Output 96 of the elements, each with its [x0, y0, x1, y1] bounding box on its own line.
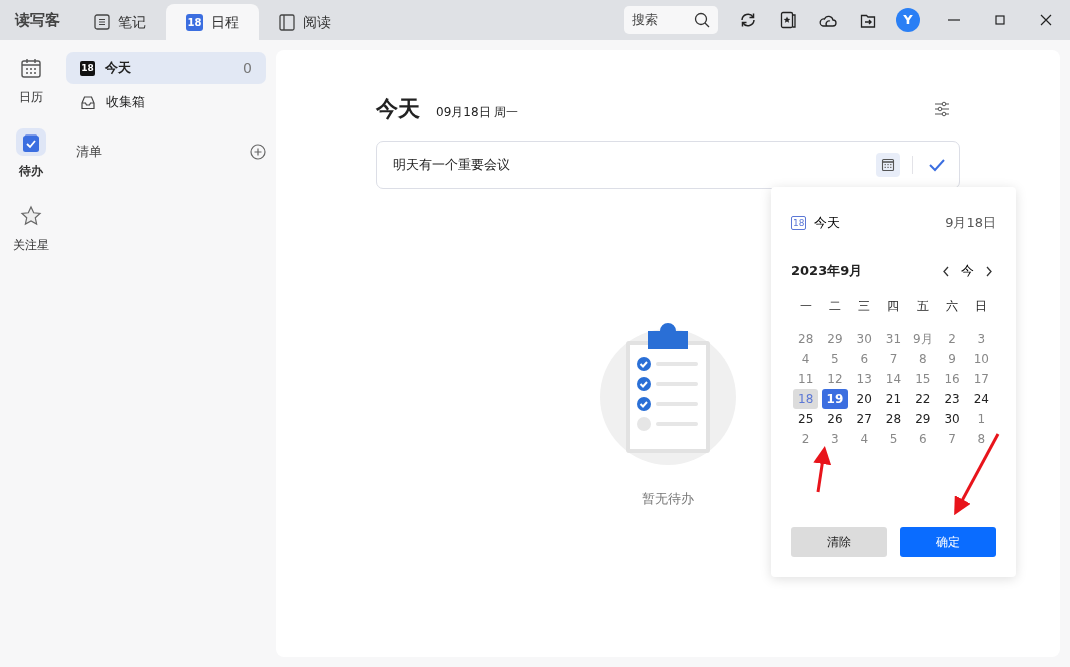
calendar-day[interactable]: 12	[822, 369, 848, 389]
clear-button[interactable]: 清除	[791, 527, 887, 557]
calendar-icon	[881, 158, 895, 172]
weekday-label: 一	[798, 298, 813, 315]
weekday-label: 四	[886, 298, 901, 315]
calendar-day[interactable]: 23	[939, 389, 965, 409]
calendar-icon: 18	[186, 13, 203, 31]
note-icon	[94, 14, 110, 30]
sync-icon	[739, 11, 757, 29]
section-label: 清单	[76, 143, 102, 161]
weekday-label: 二	[827, 298, 842, 315]
date-button[interactable]	[876, 153, 900, 177]
clipboard-check-icon	[21, 131, 41, 153]
calendar-day[interactable]: 3	[968, 329, 994, 349]
calendar-day[interactable]: 13	[851, 369, 877, 389]
calendar-day[interactable]: 29	[910, 409, 936, 429]
avatar[interactable]: Y	[896, 8, 920, 32]
today-link[interactable]: 今天	[814, 211, 841, 235]
item-count: 0	[243, 58, 252, 78]
calendar-day[interactable]: 3	[822, 429, 848, 449]
calendar-day[interactable]: 1	[968, 409, 994, 429]
page-date: 09月18日 周一	[436, 103, 519, 121]
page-title: 今天	[376, 95, 420, 123]
today-date: 9月18日	[945, 214, 996, 233]
sidebar-item[interactable]: 18 今天 0	[66, 52, 266, 84]
tab[interactable]: 笔记	[74, 4, 166, 40]
calendar-day[interactable]: 11	[793, 369, 819, 389]
search-field[interactable]: 搜索	[624, 6, 718, 34]
calendar-day[interactable]: 6	[851, 349, 877, 369]
calendar-day[interactable]: 14	[880, 369, 907, 389]
tab[interactable]: 18 日程	[166, 4, 259, 40]
calendar-day[interactable]: 22	[910, 389, 936, 409]
calendar-day[interactable]: 17	[968, 369, 994, 389]
calendar-day[interactable]: 28	[880, 409, 907, 429]
sliders-icon	[934, 100, 950, 117]
chevron-left-icon	[942, 265, 950, 277]
calendar-day[interactable]: 8	[910, 349, 936, 369]
calendar-day[interactable]: 27	[851, 409, 877, 429]
add-button[interactable]	[250, 143, 266, 160]
confirm-button[interactable]: 确定	[900, 527, 996, 557]
calendar-icon: 18	[791, 216, 807, 230]
task-input[interactable]: 明天有一个重要会议	[376, 141, 960, 189]
calendar-day[interactable]: 20	[851, 389, 877, 409]
annotation-arrow	[813, 446, 832, 493]
today-button[interactable]: 今	[961, 259, 974, 283]
calendar-day[interactable]: 19	[822, 389, 848, 409]
search-icon	[694, 12, 710, 28]
rail-item[interactable]: 日历	[0, 54, 62, 106]
calendar-day[interactable]: 4	[851, 429, 877, 449]
calendar-day[interactable]: 8	[968, 429, 994, 449]
empty-message: 暂无待办	[642, 490, 694, 508]
calendar-day[interactable]: 5	[822, 349, 848, 369]
calendar-day[interactable]: 4	[793, 349, 819, 369]
chevron-right-icon	[985, 265, 993, 277]
calendar-day[interactable]: 26	[822, 409, 848, 429]
calendar-day[interactable]: 25	[793, 409, 819, 429]
calendar-day[interactable]: 29	[822, 329, 848, 349]
inbox-icon	[80, 94, 96, 110]
calendar-day[interactable]: 2	[793, 429, 819, 449]
calendar-day[interactable]: 24	[968, 389, 994, 409]
star-page-icon	[780, 11, 796, 29]
calendar-day[interactable]: 18	[793, 389, 819, 409]
weekday-label: 日	[974, 298, 989, 315]
calendar-day[interactable]: 31	[880, 329, 907, 349]
calendar-day[interactable]: 7	[939, 429, 965, 449]
maximize-icon	[992, 12, 1008, 28]
calendar-day[interactable]: 28	[793, 329, 819, 349]
calendar-day[interactable]: 6	[910, 429, 936, 449]
calendar-day[interactable]: 30	[851, 329, 877, 349]
calendar-day[interactable]: 15	[910, 369, 936, 389]
calendar-day[interactable]: 7	[880, 349, 907, 369]
calendar-day[interactable]: 2	[939, 329, 965, 349]
app-title: 读写客	[13, 9, 61, 31]
calendar-day[interactable]: 21	[880, 389, 907, 409]
calendar-day[interactable]: 5	[880, 429, 907, 449]
minimize-icon	[948, 19, 960, 21]
calendar-icon: 18	[80, 60, 95, 76]
calendar-day[interactable]: 30	[939, 409, 965, 429]
check-icon	[929, 158, 945, 172]
weekday-label: 三	[857, 298, 872, 315]
rail-item[interactable]: 待办	[0, 128, 62, 180]
star-icon	[20, 205, 42, 227]
add-icon	[250, 143, 266, 160]
calendar-day[interactable]: 16	[939, 369, 965, 389]
calendar-day[interactable]: 9	[939, 349, 965, 369]
month-title: 2023年9月	[791, 262, 863, 281]
close-icon	[1038, 12, 1054, 28]
sidebar-item[interactable]: 收集箱	[66, 86, 266, 118]
calendar-icon	[20, 57, 42, 79]
weekday-label: 五	[915, 298, 930, 315]
calendar-day[interactable]: 10	[968, 349, 994, 369]
book-icon	[279, 13, 295, 31]
tab[interactable]: 阅读	[259, 4, 351, 40]
rail-item[interactable]: 关注星	[0, 202, 62, 254]
calendar-day[interactable]: 9月	[910, 329, 936, 349]
weekday-label: 六	[945, 298, 960, 315]
